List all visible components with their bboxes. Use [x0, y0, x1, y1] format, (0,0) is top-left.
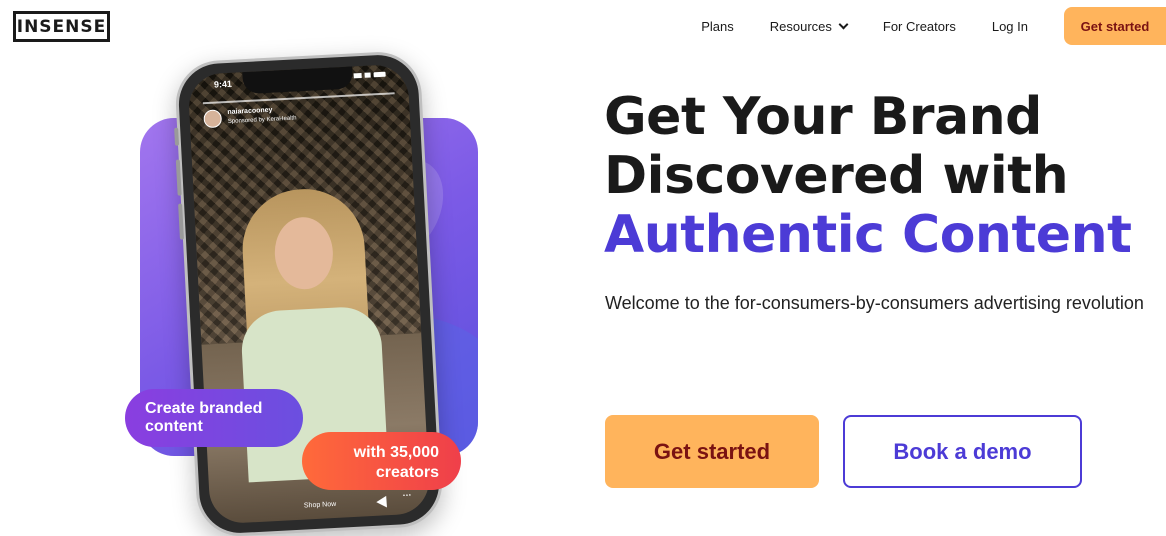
phone-side-button	[178, 203, 184, 240]
phone-side-button	[174, 127, 180, 146]
phone-side-button	[175, 159, 182, 196]
create-branded-content-badge: Create branded content	[125, 389, 303, 447]
nav-plans-link[interactable]: Plans	[701, 19, 734, 34]
insense-logo[interactable]: INSENSE	[13, 11, 110, 42]
headline-line-1: Get Your Brand	[604, 87, 1042, 147]
battery-icon	[373, 71, 386, 78]
status-time: 9:41	[213, 78, 233, 90]
wifi-icon	[364, 72, 371, 78]
nav-resources-label: Resources	[769, 18, 832, 34]
chevron-down-icon	[838, 19, 849, 29]
shop-now-link[interactable]: Shop Now	[210, 496, 430, 515]
headline-line-2: Discovered with	[604, 146, 1069, 206]
hero-subtitle: Welcome to the for-consumers-by-consumer…	[605, 293, 1144, 313]
get-started-button[interactable]: Get started	[605, 415, 819, 488]
signal-icon	[353, 72, 362, 79]
nav-resources-dropdown[interactable]: Resources	[769, 18, 849, 34]
nav-log-in-link[interactable]: Log In	[992, 19, 1028, 34]
creators-count-badge: with 35,000 creators	[302, 432, 461, 490]
nav-for-creators-link[interactable]: For Creators	[883, 19, 956, 34]
hero-headline: Get Your Brand Discovered with Authentic…	[604, 87, 1132, 265]
book-demo-button[interactable]: Book a demo	[843, 415, 1082, 488]
top-nav: Plans Resources For Creators Log In Get …	[701, 6, 1166, 46]
nav-get-started-button[interactable]: Get started	[1064, 7, 1166, 45]
more-icon: ···	[402, 489, 412, 501]
headline-accent: Authentic Content	[604, 205, 1132, 265]
